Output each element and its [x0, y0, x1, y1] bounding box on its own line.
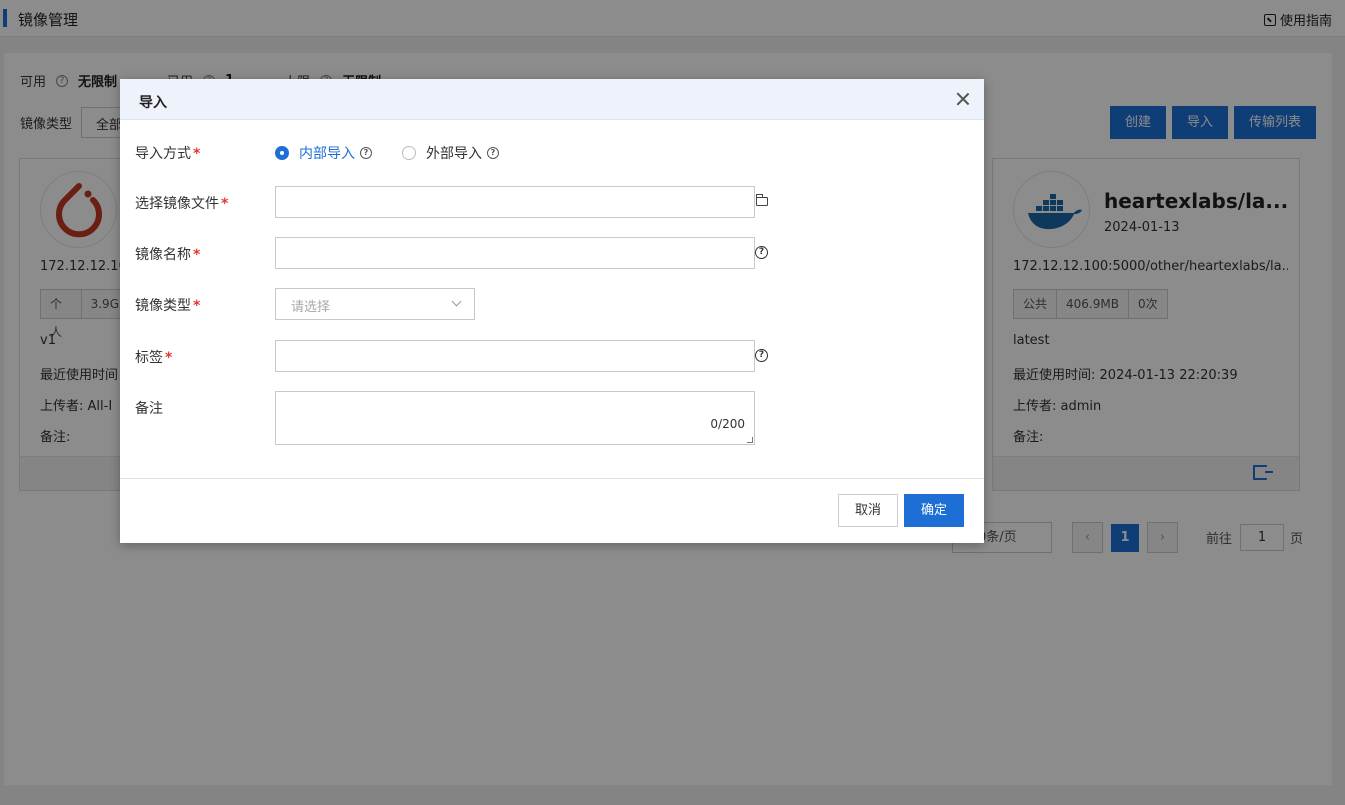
image-type-select[interactable]: 请选择: [275, 288, 475, 320]
required-mark: *: [193, 298, 201, 314]
required-mark: *: [193, 146, 201, 162]
image-type-placeholder: 请选择: [291, 300, 331, 315]
image-name-input[interactable]: [275, 237, 755, 269]
image-name-label: 镜像名称 *: [135, 244, 200, 264]
help-icon[interactable]: ?: [755, 246, 768, 259]
image-type-text: 镜像类型: [135, 298, 191, 314]
image-name-text: 镜像名称: [135, 247, 191, 263]
image-file-input[interactable]: [275, 186, 755, 218]
import-method-text: 导入方式: [135, 146, 191, 162]
folder-icon[interactable]: [756, 194, 768, 206]
help-icon[interactable]: ?: [360, 147, 372, 159]
import-method-radio-group: 内部导入 ? 外部导入 ?: [275, 143, 499, 163]
image-file-text: 选择镜像文件: [135, 196, 219, 212]
note-textarea[interactable]: 0/200: [275, 391, 755, 445]
radio-external-import-label[interactable]: 外部导入: [426, 143, 482, 163]
resize-handle-icon[interactable]: [747, 437, 753, 443]
dialog-title: 导入: [139, 95, 167, 111]
tag-label: 标签 *: [135, 347, 172, 367]
confirm-button[interactable]: 确定: [904, 494, 964, 527]
required-mark: *: [193, 247, 201, 263]
radio-internal-import[interactable]: [275, 146, 289, 160]
required-mark: *: [221, 196, 229, 212]
tag-text: 标签: [135, 350, 163, 366]
import-method-label: 导入方式 *: [135, 143, 200, 163]
radio-external-import[interactable]: [402, 146, 416, 160]
note-field-label: 备注: [135, 401, 163, 417]
dialog-footer-divider: [120, 478, 984, 479]
dialog-header: 导入: [120, 79, 984, 120]
import-dialog: 导入 导入方式 * 内部导入 ? 外部导入 ? 选择镜像文件 * 镜像名称 * ? 镜…: [120, 79, 984, 543]
chevron-down-icon: [451, 296, 462, 307]
radio-internal-import-label[interactable]: 内部导入: [299, 143, 355, 163]
cancel-button[interactable]: 取消: [838, 494, 898, 527]
help-icon[interactable]: ?: [487, 147, 499, 159]
required-mark: *: [165, 350, 173, 366]
image-type-label: 镜像类型 *: [135, 295, 200, 315]
note-char-counter: 0/200: [710, 417, 745, 431]
help-icon[interactable]: ?: [755, 349, 768, 362]
tag-input[interactable]: [275, 340, 755, 372]
image-file-label: 选择镜像文件 *: [135, 193, 228, 213]
close-icon[interactable]: [956, 92, 970, 106]
